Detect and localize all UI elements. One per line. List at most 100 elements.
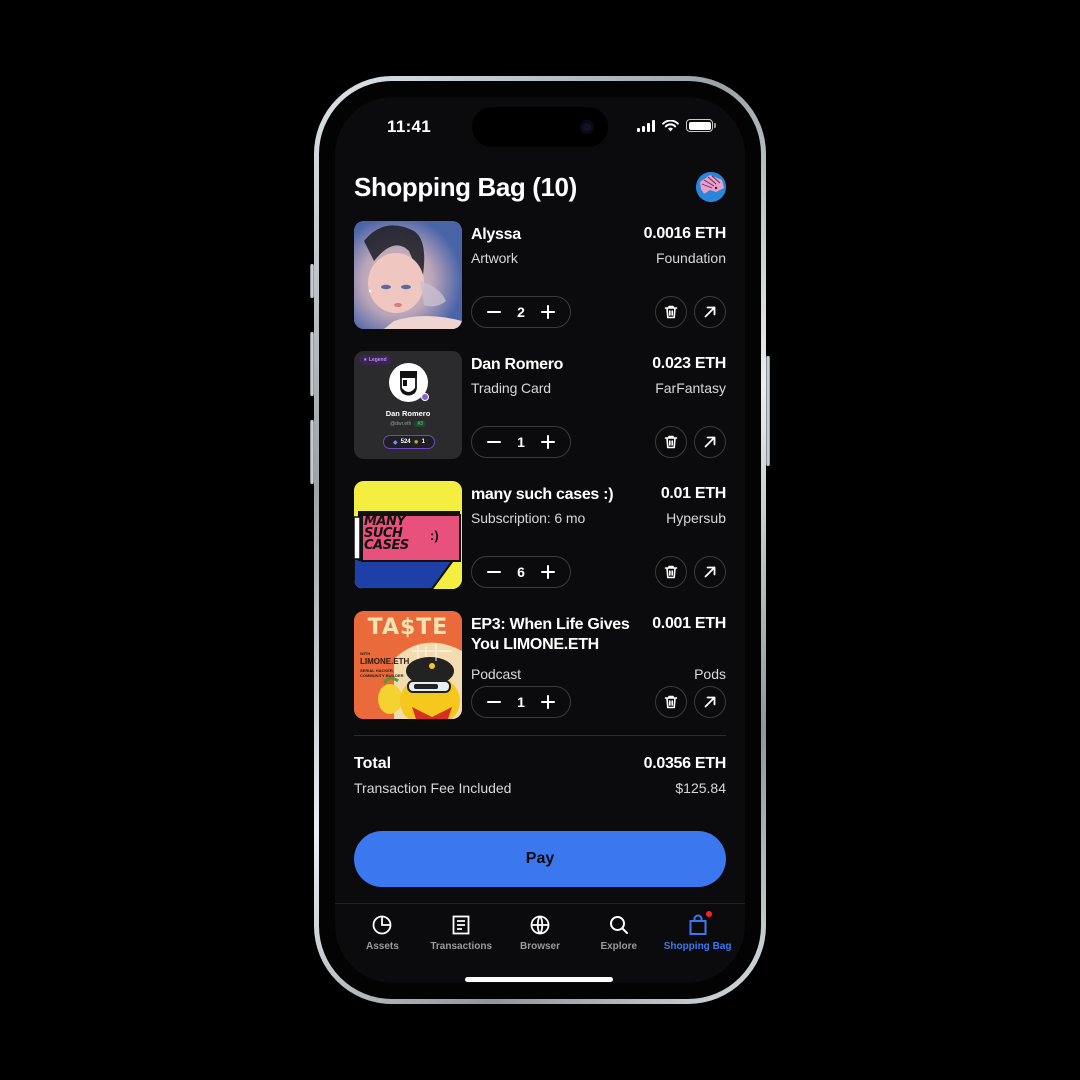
status-icons [637,119,716,132]
open-item-button[interactable] [694,426,726,458]
divider [354,735,726,736]
tab-shopping-bag[interactable]: Shopping Bag [658,904,737,973]
item-actions [655,426,726,458]
header: Shopping Bag (10) [354,167,726,207]
document-icon [452,915,470,935]
item-name[interactable]: Alyssa [471,225,521,245]
power-button[interactable] [766,356,770,466]
status-time: 11:41 [387,117,432,136]
delete-item-button[interactable] [655,556,687,588]
list-item: ★ Legend Dan Romero @dwr.eth #3 ◆ 524 ✸ … [354,351,726,459]
podcast-cover-title: TA$TE [367,615,449,640]
trash-icon [664,565,678,579]
increase-quantity-button[interactable] [540,564,556,580]
card-badge-label: Legend [368,357,387,363]
decrease-quantity-button[interactable] [486,564,502,580]
delete-item-button[interactable] [655,296,687,328]
card-legend-badge: ★ Legend [359,355,391,365]
tab-bar: Assets Transactions Browser Explore Shop… [335,903,745,973]
globe-icon [530,915,550,935]
item-source: Foundation [655,250,726,266]
card-handle-row: @dwr.eth #3 [354,421,462,427]
tab-label: Shopping Bag [663,941,732,952]
tab-assets[interactable]: Assets [343,904,422,973]
item-type: Subscription: 6 mo [471,510,586,526]
card-stats: ◆ 524 ✸ 1 [383,435,435,449]
increase-quantity-button[interactable] [540,694,556,710]
arrow-up-right-icon [704,436,716,448]
item-image-many-such-cases[interactable]: MANY SUCH CASES :) [354,481,462,589]
arrow-up-right-icon [704,306,716,318]
delete-item-button[interactable] [655,686,687,718]
card-medals: 1 [421,439,425,445]
increase-quantity-button[interactable] [540,304,556,320]
open-item-button[interactable] [694,556,726,588]
card-name: Dan Romero [385,409,431,418]
home-indicator[interactable] [465,977,613,982]
item-price: 0.0016 ETH [643,225,727,242]
item-details: Dan Romero Trading Card 0.023 ETH FarFan… [471,351,726,459]
card-rank: #3 [414,421,426,427]
arrow-up-right-icon [704,696,716,708]
increase-quantity-button[interactable] [540,434,556,450]
avatar[interactable] [696,172,726,202]
quantity-stepper: 1 [471,686,571,718]
item-name[interactable]: many such cases :) [471,485,614,505]
item-name[interactable]: EP3: When Life Gives You LIMONE.ETH [471,615,641,655]
quantity-value: 6 [517,564,525,580]
phone-frame: 11:41 Shopping Bag (10) Alyssa Artwork 0… [314,76,766,1004]
item-actions [655,296,726,328]
decrease-quantity-button[interactable] [486,304,502,320]
open-item-button[interactable] [694,296,726,328]
item-price: 0.001 ETH [652,615,726,632]
delete-item-button[interactable] [655,426,687,458]
arrow-up-right-icon [704,566,716,578]
tab-explore[interactable]: Explore [579,904,658,973]
cover-smile: :) [430,528,439,543]
cover-title: MANY SUCH CASES [364,515,409,553]
cellular-signal-icon [637,119,655,132]
phone-bezel: 11:41 Shopping Bag (10) Alyssa Artwork 0… [319,81,761,999]
item-details: many such cases :) Subscription: 6 mo 0.… [471,481,726,589]
pie-chart-icon [372,915,392,935]
pay-button[interactable]: Pay [354,831,726,887]
item-details: EP3: When Life Gives You LIMONE.ETH Podc… [471,611,726,719]
item-image-dan-romero[interactable]: ★ Legend Dan Romero @dwr.eth #3 ◆ 524 ✸ … [354,351,462,459]
diamond-icon: ◆ [392,439,398,446]
item-actions [655,556,726,588]
item-source: FarFantasy [655,380,726,396]
tab-browser[interactable]: Browser [501,904,580,973]
podcast-cover-guest: LIMONE.ETH [360,657,410,666]
cover-line-3: CASES [364,538,409,553]
decrease-quantity-button[interactable] [486,434,502,450]
podcast-cover-with: WITH [360,651,371,656]
card-handle: @dwr.eth [390,421,412,427]
open-item-button[interactable] [694,686,726,718]
card-portrait [389,363,429,402]
item-details: Alyssa Artwork 0.0016 ETH Foundation 2 [471,221,726,329]
item-image-alyssa[interactable] [354,221,462,329]
decrease-quantity-button[interactable] [486,694,502,710]
total-eth: 0.0356 ETH [643,755,727,772]
quantity-stepper: 1 [471,426,571,458]
item-name[interactable]: Dan Romero [471,355,563,375]
avatar-illustration-icon [696,172,726,202]
shopping-bag-icon [689,914,707,935]
quantity-stepper: 6 [471,556,571,588]
item-image-taste-podcast[interactable]: TA$TE WITH LIMONE.ETH SERIAL HACKER, COM… [354,611,462,719]
trash-icon [664,695,678,709]
trash-icon [664,305,678,319]
tab-transactions[interactable]: Transactions [422,904,501,973]
tab-label: Browser [519,941,560,952]
tab-label: Assets [365,941,399,952]
medal-icon: ✸ [413,439,419,446]
total-label: Total [354,755,392,772]
tab-label: Transactions [430,941,493,952]
item-price: 0.023 ETH [652,355,726,372]
podcast-cover-sub2: COMMUNITY BUILDER [360,673,404,678]
quantity-stepper: 2 [471,296,571,328]
search-icon [609,916,628,934]
tab-label: Explore [600,941,638,952]
quantity-value: 2 [517,304,525,320]
list-item: MANY SUCH CASES :) many such cases :) Su… [354,481,726,589]
